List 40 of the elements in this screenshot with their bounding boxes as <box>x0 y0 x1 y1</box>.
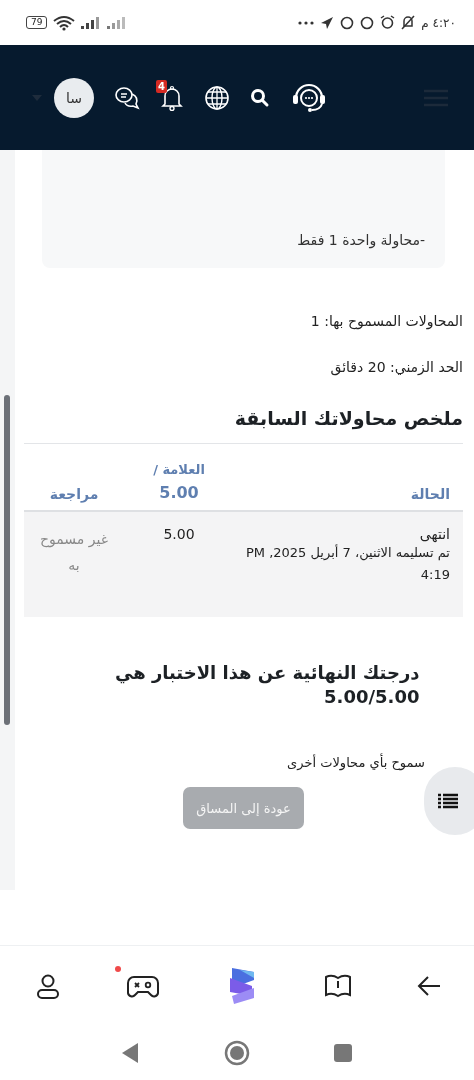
back-icon[interactable] <box>122 1042 140 1063</box>
grade-value: 5.00 <box>163 526 195 542</box>
muted-bell-icon <box>401 15 416 30</box>
review-status: غير مسموح به <box>38 530 110 575</box>
column-header: العلامة / <box>153 462 205 477</box>
section-heading: ملخص محاولاتك السابقة <box>24 403 463 444</box>
drawer-toggle-button[interactable] <box>424 767 474 835</box>
user-avatar[interactable]: سا <box>54 77 94 118</box>
home-icon[interactable] <box>224 1039 250 1066</box>
more-icon <box>298 20 315 25</box>
column-header: مراجعة <box>49 486 99 502</box>
battery-icon: 79 <box>26 16 48 29</box>
attempt-status: انتهى <box>419 526 450 542</box>
attempt-note: -محاولة واحدة 1 فقط <box>297 232 425 248</box>
quiz-detail: الحد الزمني: 20 دقائق <box>329 358 463 378</box>
signal-icon <box>81 16 102 29</box>
wifi-icon <box>53 14 76 31</box>
submitted-date: تم تسليمه الاثنين، 7 أبريل 2025, PM 4:19 <box>244 543 450 584</box>
back-arrow-icon[interactable] <box>416 974 442 997</box>
column-header: الحالة <box>410 486 450 502</box>
recents-icon[interactable] <box>334 1043 352 1062</box>
chat-bubble-icon <box>340 15 355 30</box>
chat-bubble-icon <box>360 15 375 30</box>
list-icon <box>438 793 458 809</box>
search-icon[interactable] <box>250 87 270 108</box>
alarm-icon <box>380 15 396 30</box>
support-headset-icon[interactable] <box>290 81 328 114</box>
quiz-detail: المحاولات المسموح بها: 1 <box>309 312 463 332</box>
signal-icon <box>107 16 128 29</box>
attempts-notice: سموح بأي محاولات أخرى <box>287 755 425 770</box>
globe-icon[interactable] <box>204 84 230 111</box>
scrollbar-thumb[interactable] <box>4 395 10 725</box>
bell-icon[interactable] <box>160 84 184 111</box>
book-icon[interactable] <box>324 972 352 999</box>
notification-badge: 4 <box>156 79 167 93</box>
final-grade-text: درجتك النهائية عن هذا الاختبار هي 5.00/5.00 <box>113 661 420 709</box>
column-max-grade: 5.00 <box>159 483 199 502</box>
send-icon <box>320 15 335 30</box>
clock-text: ٤:٢٠ م <box>421 15 456 30</box>
chat-icon[interactable] <box>114 85 140 110</box>
